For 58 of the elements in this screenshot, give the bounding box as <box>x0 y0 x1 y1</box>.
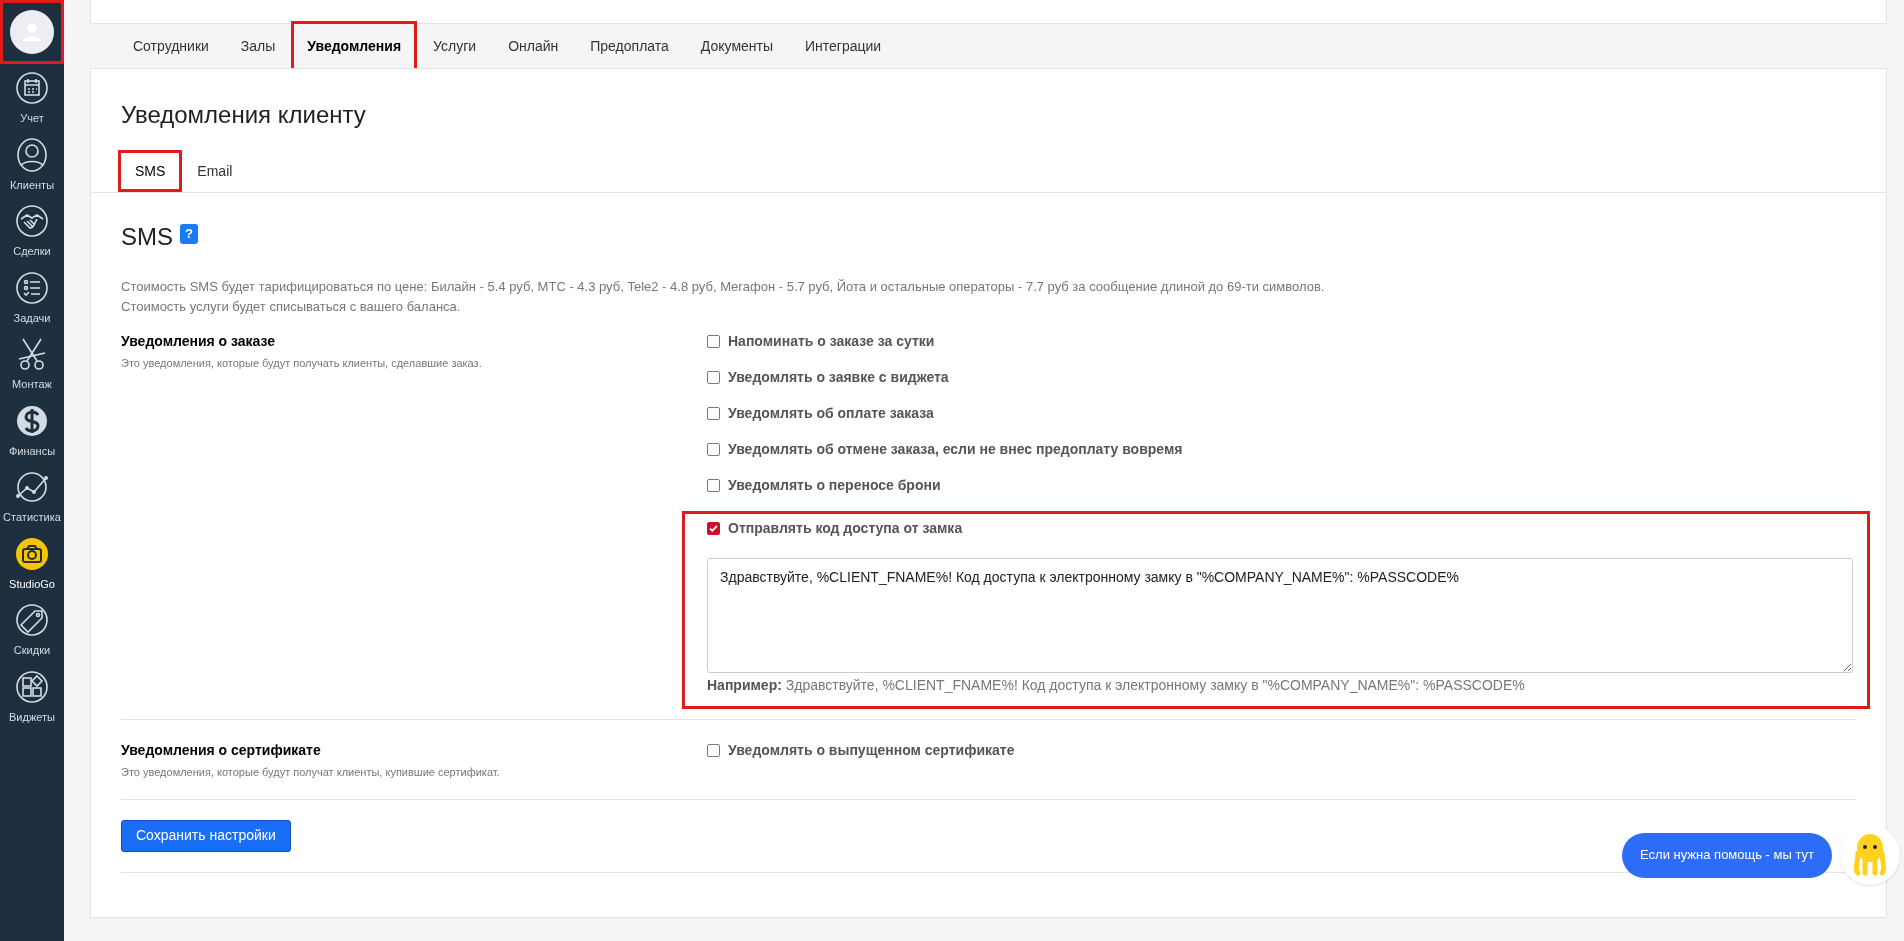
user-avatar-icon <box>10 10 54 54</box>
camera-icon <box>15 536 49 571</box>
sub-tab[interactable]: Email <box>183 153 247 189</box>
message-template-field[interactable]: Здравствуйте, %CLIENT_FNAME%! Код доступа к электронному замку в "%COMPANY_NAME%": %PASSCODE% <box>707 558 1853 673</box>
group-title: Уведомления о заказе <box>121 332 277 351</box>
section-title: SMS <box>121 222 173 252</box>
checkbox[interactable] <box>707 334 720 348</box>
help-badge[interactable]: ? <box>180 224 198 244</box>
checkbox[interactable] <box>707 406 720 420</box>
option-checkbox[interactable]: Уведомлять о выпущенном сертификате <box>707 740 1856 760</box>
sidebar-item[interactable]: Скидки <box>0 603 64 659</box>
sidebar-item[interactable]: Монтаж <box>0 337 64 393</box>
sidebar-item[interactable]: Задачи <box>0 270 64 326</box>
group-subtitle: Это уведомления, которые будут получать клиенты, сделавшие заказ. <box>121 356 483 371</box>
nav-tab[interactable]: Залы <box>227 24 289 68</box>
option-checkbox[interactable]: Отправлять код доступа от замка <box>707 518 1853 538</box>
option-checkbox[interactable]: Уведомлять об оплате заказа <box>707 403 1856 423</box>
sidebar-item[interactable]: StudioGo <box>0 536 64 592</box>
sidebar-item[interactable]: Клиенты <box>0 137 64 193</box>
sidebar-item[interactable]: Сделки <box>0 204 64 260</box>
option-checkbox[interactable]: Уведомлять об отмене заказа, если не внес предоплату вовремя <box>707 439 1856 459</box>
checkbox[interactable] <box>707 442 720 456</box>
person-icon <box>15 137 49 172</box>
dollar-icon <box>15 403 49 438</box>
nav-tab[interactable]: Услуги <box>420 24 490 68</box>
checkbox[interactable] <box>707 478 720 492</box>
pricing-note: Стоимость SMS будет тарифицироваться по цене: Билайн - 5.4 руб, МТС - 4.3 руб, Tele2 - 4.8 руб, Мегафон - 5.7 руб, Йота и остальные операторы - 7.7 руб за сообщение длиной до 69-ти символов. <box>121 278 1326 296</box>
sub-tab[interactable]: SMS <box>121 153 180 189</box>
checkbox[interactable] <box>707 370 720 384</box>
handshake-icon <box>15 204 49 238</box>
option-checkbox[interactable]: Напоминать о заказе за сутки <box>707 331 1856 351</box>
sidebar-item[interactable]: Статистика <box>0 470 64 526</box>
sidebar-item[interactable]: Виджеты <box>0 669 64 725</box>
nav-tab[interactable]: Предоплата <box>577 24 682 68</box>
widgets-icon <box>15 669 49 704</box>
help-chat-button[interactable]: Если нужна помощь - мы тут <box>1622 832 1832 878</box>
example-text: Например: Здравствуйте, %CLIENT_FNAME%! Код доступа к электронному замку в "%COMPANY_NAME%": %PASSCODE% <box>707 676 1526 695</box>
nav-tab[interactable]: Документы <box>687 24 786 68</box>
page-title: Уведомления клиенту <box>121 100 367 130</box>
option-checkbox[interactable]: Уведомлять о переносе брони <box>707 475 1856 495</box>
option-checkbox[interactable]: Уведомлять о заявке с виджета <box>707 367 1856 387</box>
tag-icon <box>15 603 49 637</box>
nav-tab[interactable]: Интеграции <box>792 24 895 68</box>
calendar-icon <box>15 71 49 105</box>
chart-icon <box>15 470 49 504</box>
group-subtitle: Это уведомления, которые будут получат клиенты, купившие сертификат. <box>121 765 501 780</box>
pricing-note: Стоимость услуги будет списываться с вашего баланса. <box>121 298 462 316</box>
nav-tab[interactable]: Сотрудники <box>120 24 222 68</box>
group-title: Уведомления о сертификате <box>121 741 322 760</box>
save-button[interactable]: Сохранить настройки <box>121 819 291 852</box>
checkbox[interactable] <box>707 521 720 535</box>
sidebar-item[interactable]: Финансы <box>0 403 64 459</box>
list-icon <box>15 270 49 305</box>
nav-tab[interactable]: Онлайн <box>495 24 572 68</box>
checkbox[interactable] <box>707 743 720 757</box>
sidebar-item[interactable]: Учет <box>0 71 64 127</box>
nav-tab[interactable]: Уведомления <box>294 24 415 68</box>
avatar[interactable] <box>3 3 61 61</box>
